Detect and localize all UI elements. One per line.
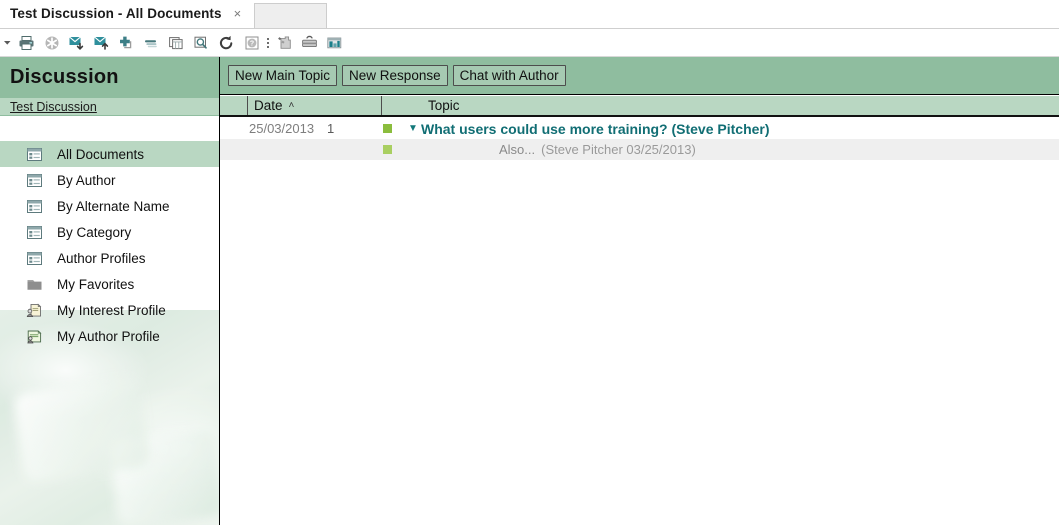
row-topic-link[interactable]: Also... (Steve Pitcher 03/25/2013)	[499, 142, 696, 157]
sidebar-item-label: By Alternate Name	[57, 198, 170, 214]
row-topic-link[interactable]: What users could use more training? (Ste…	[421, 121, 770, 137]
unread-marker-icon	[383, 124, 408, 133]
table-header-gutter	[220, 96, 248, 115]
sidebar-item-label: Author Profiles	[57, 250, 146, 266]
row-topic-meta: (Steve Pitcher 03/25/2013)	[541, 142, 696, 157]
tools-icon[interactable]	[272, 31, 297, 55]
sidebar-header: Discussion	[0, 57, 219, 98]
sidebar-title: Discussion	[10, 66, 119, 88]
view-icon	[26, 251, 43, 266]
unread-marker-icon	[383, 145, 408, 154]
chat-with-author-button[interactable]: Chat with Author	[452, 65, 566, 86]
sidebar-item-my-interest-profile[interactable]: My Interest Profile	[0, 297, 219, 323]
sidebar-item-author-profiles[interactable]: Author Profiles	[0, 245, 219, 271]
expand-all-icon[interactable]	[164, 31, 189, 55]
row-response-count: 1	[327, 121, 335, 136]
toolbar: ?	[0, 29, 1059, 57]
column-header-topic-label: Topic	[428, 98, 460, 113]
add-icon[interactable]	[114, 31, 139, 55]
close-icon[interactable]: ×	[234, 7, 242, 20]
row-selection-gutter[interactable]	[220, 139, 249, 160]
search-icon[interactable]	[189, 31, 214, 55]
sidebar-item-my-favorites[interactable]: My Favorites	[0, 271, 219, 297]
row-selection-gutter[interactable]	[220, 118, 249, 139]
table-body: 25/03/2013 1 ▼ What users could use more…	[220, 118, 1059, 160]
tab-inactive-placeholder[interactable]	[254, 3, 327, 28]
dropdown-arrow-icon[interactable]	[0, 31, 14, 55]
person-profile-icon	[26, 303, 43, 318]
view-icon	[26, 225, 43, 240]
tab-title: Test Discussion - All Documents	[10, 6, 222, 21]
folder-icon	[26, 277, 43, 292]
table-row[interactable]: 25/03/2013 1 ▼ What users could use more…	[220, 118, 1059, 139]
tab-bar: Test Discussion - All Documents ×	[0, 0, 1059, 29]
sidebar-item-by-alternate-name[interactable]: By Alternate Name	[0, 193, 219, 219]
new-main-topic-button[interactable]: New Main Topic	[228, 65, 338, 86]
sidebar-item-label: By Category	[57, 224, 132, 240]
new-response-button[interactable]: New Response	[342, 65, 448, 86]
sidebar-item-by-category[interactable]: By Category	[0, 219, 219, 245]
move-to-folder-icon[interactable]	[64, 31, 89, 55]
help-icon[interactable]: ?	[239, 31, 264, 55]
action-bar: New Main Topic New Response Chat with Au…	[220, 57, 1059, 95]
view-icon	[26, 147, 43, 162]
main-panel: New Main Topic New Response Chat with Au…	[220, 57, 1059, 525]
sidebar-item-label: All Documents	[57, 146, 145, 162]
row-topic-text: Also...	[499, 142, 536, 157]
toolbox-icon[interactable]	[297, 31, 322, 55]
row-date: 25/03/2013	[249, 121, 315, 136]
print-icon[interactable]	[14, 31, 39, 55]
breadcrumb-label[interactable]: Test Discussion	[10, 100, 97, 114]
application-window: Test Discussion - All Documents × ? Disc…	[0, 0, 1059, 525]
sidebar-item-by-author[interactable]: By Author	[0, 167, 219, 193]
person-form-icon	[26, 329, 43, 344]
sidebar-item-my-author-profile[interactable]: My Author Profile	[0, 323, 219, 349]
breadcrumb[interactable]: Test Discussion	[0, 98, 219, 116]
sort-ascending-icon[interactable]: ˄	[289, 100, 295, 111]
column-header-date[interactable]: Date ˄	[249, 96, 382, 115]
view-icon	[26, 199, 43, 214]
table-row[interactable]: Also... (Steve Pitcher 03/25/2013)	[220, 139, 1059, 160]
chart-icon[interactable]	[322, 31, 347, 55]
sidebar-item-label: By Author	[57, 172, 116, 188]
sidebar-item-all-documents[interactable]: All Documents	[0, 141, 219, 167]
sidebar: Discussion Test Discussion All Documents…	[0, 57, 220, 525]
column-header-topic[interactable]: Topic	[383, 96, 1059, 115]
svg-text:?: ?	[249, 40, 253, 47]
tab-test-discussion[interactable]: Test Discussion - All Documents ×	[0, 0, 250, 27]
sidebar-spacer	[0, 117, 219, 141]
table-header: Date ˄ Topic	[220, 96, 1059, 117]
column-header-date-label: Date	[254, 98, 283, 113]
sidebar-item-label: My Favorites	[57, 276, 135, 292]
sidebar-nav-list: All Documents By Author By Alternate Nam…	[0, 141, 219, 349]
sidebar-item-label: My Interest Profile	[57, 302, 166, 318]
collapse-triangle-icon[interactable]: ▼	[408, 123, 421, 134]
delete-icon[interactable]	[39, 31, 64, 55]
view-icon	[26, 173, 43, 188]
collapse-all-icon[interactable]	[139, 31, 164, 55]
more-options-icon[interactable]	[264, 31, 272, 55]
copy-to-folder-icon[interactable]	[89, 31, 114, 55]
sidebar-item-label: My Author Profile	[57, 328, 160, 344]
refresh-icon[interactable]	[214, 31, 239, 55]
